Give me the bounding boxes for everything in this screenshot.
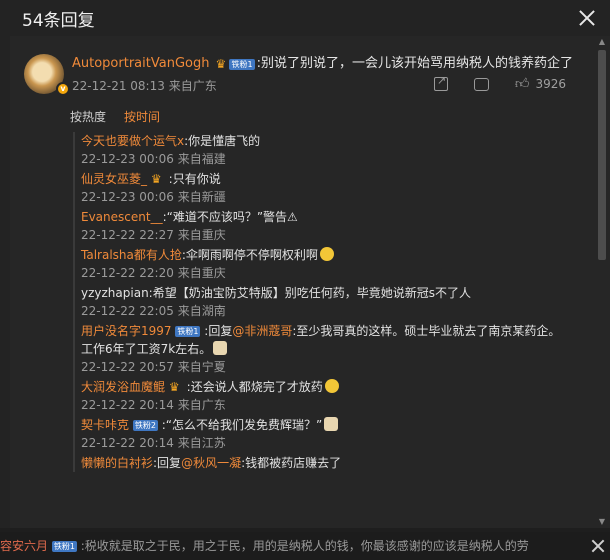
reply-item: yzyzhapian:希望【奶油宝防艾特版】别吃任何药，毕竟她说新冠s不了人 2…: [81, 284, 583, 320]
reply-text: :你是懂唐飞的: [184, 134, 261, 148]
reply-location: 来自广东: [177, 398, 226, 412]
main-comment: v AutoportraitVanGogh ♛ 铁粉1:别说了别说了，一会儿该开始骂…: [10, 36, 610, 472]
close-icon[interactable]: [576, 7, 598, 29]
reply-prefix: :回复: [153, 456, 182, 470]
reply-item: Talralsha都有人抢:伞啊雨啊停不停啊权利啊 22-12-22 22:20…: [81, 246, 583, 282]
person-emoji-icon: [213, 341, 228, 355]
thumbs-up-icon: 👍︎: [514, 76, 530, 92]
reply-username[interactable]: 仙灵女巫菱_: [81, 172, 147, 186]
reply-location: 来自重庆: [177, 266, 226, 280]
reply-username[interactable]: 用户没名字1997: [81, 324, 172, 338]
share-icon[interactable]: [433, 74, 448, 91]
reply-time: 22-12-22 20:57: [81, 360, 174, 374]
reply-list: 今天也要做个运气x:你是懂唐飞的 22-12-23 00:06 来自福建 仙灵女…: [73, 132, 583, 472]
fan-badge: ♛ 铁粉1: [215, 57, 255, 71]
scrollbar[interactable]: ▲ ▼: [596, 36, 608, 528]
reply-time: 22-12-22 20:14: [81, 398, 174, 412]
reply-time: 22-12-23 00:06: [81, 152, 174, 166]
reply-item: 用户没名字1997 铁粉1 :回复@非洲蔻哥:至少我哥真的这样。硕士毕业就去了南…: [81, 322, 583, 376]
reply-item: 大润发浴血魔鲲 ♛ :还会说人都烧完了才放药 22-12-22 20:14 来自…: [81, 378, 583, 414]
scroll-down-icon[interactable]: ▼: [596, 516, 608, 528]
reply-text-continued: 工作6年了工资7k左右。: [81, 342, 212, 356]
reply-time: 22-12-22 22:27: [81, 228, 174, 242]
background-username[interactable]: 容安六月: [0, 539, 48, 553]
reply-time: 22-12-22 20:14: [81, 436, 174, 450]
modal-title: 54条回复: [22, 10, 95, 31]
main-comment-line: AutoportraitVanGogh ♛ 铁粉1:别说了别说了，一会儿该开始骂用纳…: [72, 52, 573, 71]
sort-tabs: 按热度 按时间: [70, 108, 160, 125]
reply-text: :希望【奶油宝防艾特版】别吃任何药，毕竟她说新冠s不了人: [148, 286, 471, 300]
comment-icon[interactable]: [473, 77, 489, 91]
reply-location: 来自湖南: [177, 304, 226, 318]
fan-level-tag: 铁粉1: [229, 59, 255, 70]
reply-username[interactable]: yzyzhapian: [81, 286, 149, 300]
like-count: 3926: [535, 77, 566, 91]
reply-username[interactable]: 大润发浴血魔鲲: [81, 380, 165, 394]
crown-icon: ♛: [168, 380, 180, 394]
mention-link[interactable]: @秋风一凝: [181, 456, 241, 470]
tab-sort-by-heat[interactable]: 按热度: [70, 108, 106, 125]
main-comment-text: :别说了别说了，一会儿该开始骂用纳税人的钱养药企了: [256, 56, 573, 71]
reply-location: 来自江苏: [177, 436, 226, 450]
doge-emoji-icon: [324, 417, 339, 431]
reply-time: 22-12-22 22:20: [81, 266, 174, 280]
reply-username[interactable]: Talralsha都有人抢: [81, 248, 182, 262]
reply-location: 来自新疆: [177, 190, 226, 204]
replies-scroll-area[interactable]: v AutoportraitVanGogh ♛ 铁粉1:别说了别说了，一会儿该开始骂…: [10, 36, 610, 528]
reply-text: :还会说人都烧完了才放药: [186, 380, 323, 394]
main-comment-meta: 22-12-21 08:13 来自广东: [72, 77, 217, 94]
reply-item: 仙灵女巫菱_ ♛ :只有你说 22-12-23 00:06 来自新疆: [81, 170, 583, 206]
main-comment-time: 22-12-21 08:13: [72, 79, 165, 93]
main-comment-location: 来自广东: [168, 79, 217, 93]
crown-icon: ♛: [150, 172, 162, 186]
reply-item: 懒懒的白衬衫:回复@秋风一凝:钱都被药店赚去了: [81, 454, 583, 472]
reply-location: 来自宁夏: [177, 360, 226, 374]
reply-item: 今天也要做个运气x:你是懂唐飞的 22-12-23 00:06 来自福建: [81, 132, 583, 168]
like-button[interactable]: 👍︎ 3926: [515, 76, 566, 92]
reply-text: :伞啊雨啊停不停啊权利啊: [181, 248, 318, 262]
mention-link[interactable]: @非洲蔻哥: [232, 324, 292, 338]
close-icon[interactable]: [590, 538, 606, 554]
background-comment-bar: 容安六月 铁粉1 :税收就是取之于民，用之于民，用的是纳税人的钱，你最该感谢的应…: [0, 532, 610, 560]
scroll-thumb[interactable]: [598, 50, 606, 260]
reply-username[interactable]: 懒懒的白衬衫: [81, 456, 153, 470]
cry-emoji-icon: [324, 379, 339, 393]
reply-text: :钱都被药店赚去了: [241, 456, 342, 470]
modal-header: 54条回复: [0, 0, 610, 36]
crown-icon: ♛: [215, 57, 227, 71]
reply-username[interactable]: 今天也要做个运气x: [81, 134, 184, 148]
scroll-up-icon[interactable]: ▲: [596, 36, 608, 48]
background-comment-text: :税收就是取之于民，用之于民，用的是纳税人的钱，你最该感谢的应该是纳税人的劳: [80, 539, 529, 553]
smile-emoji-icon: [319, 247, 334, 261]
reply-item: Evanescent__:“难道不应该吗？”警告⚠ 22-12-22 22:27…: [81, 208, 583, 244]
reply-item: 契卡咔克 铁粉2 :“怎么不给我们发免费辉瑞？” 22-12-22 20:14 …: [81, 416, 583, 452]
reply-username[interactable]: Evanescent__: [81, 210, 163, 224]
reply-time: 22-12-22 22:05: [81, 304, 174, 318]
main-comment-username[interactable]: AutoportraitVanGogh: [72, 56, 209, 71]
reply-location: 来自福建: [177, 152, 226, 166]
fan-level-tag: 铁粉2: [132, 420, 158, 431]
fan-level-tag: 铁粉1: [51, 541, 77, 552]
reply-location: 来自重庆: [177, 228, 226, 242]
fan-level-tag: 铁粉1: [175, 326, 201, 337]
reply-text: :“难道不应该吗？”警告⚠: [162, 210, 298, 224]
comment-actions: 👍︎ 3926: [433, 74, 566, 92]
reply-username[interactable]: 契卡咔克: [81, 418, 129, 432]
reply-text: :至少我哥真的这样。硕士毕业就去了南京某药企。: [292, 324, 561, 338]
tab-sort-by-time[interactable]: 按时间: [124, 108, 160, 125]
reply-text: :“怎么不给我们发免费辉瑞？”: [161, 418, 323, 432]
reply-prefix: :回复: [204, 324, 233, 338]
verified-badge-icon: v: [56, 82, 70, 96]
reply-time: 22-12-23 00:06: [81, 190, 174, 204]
reply-text: :只有你说: [168, 172, 221, 186]
